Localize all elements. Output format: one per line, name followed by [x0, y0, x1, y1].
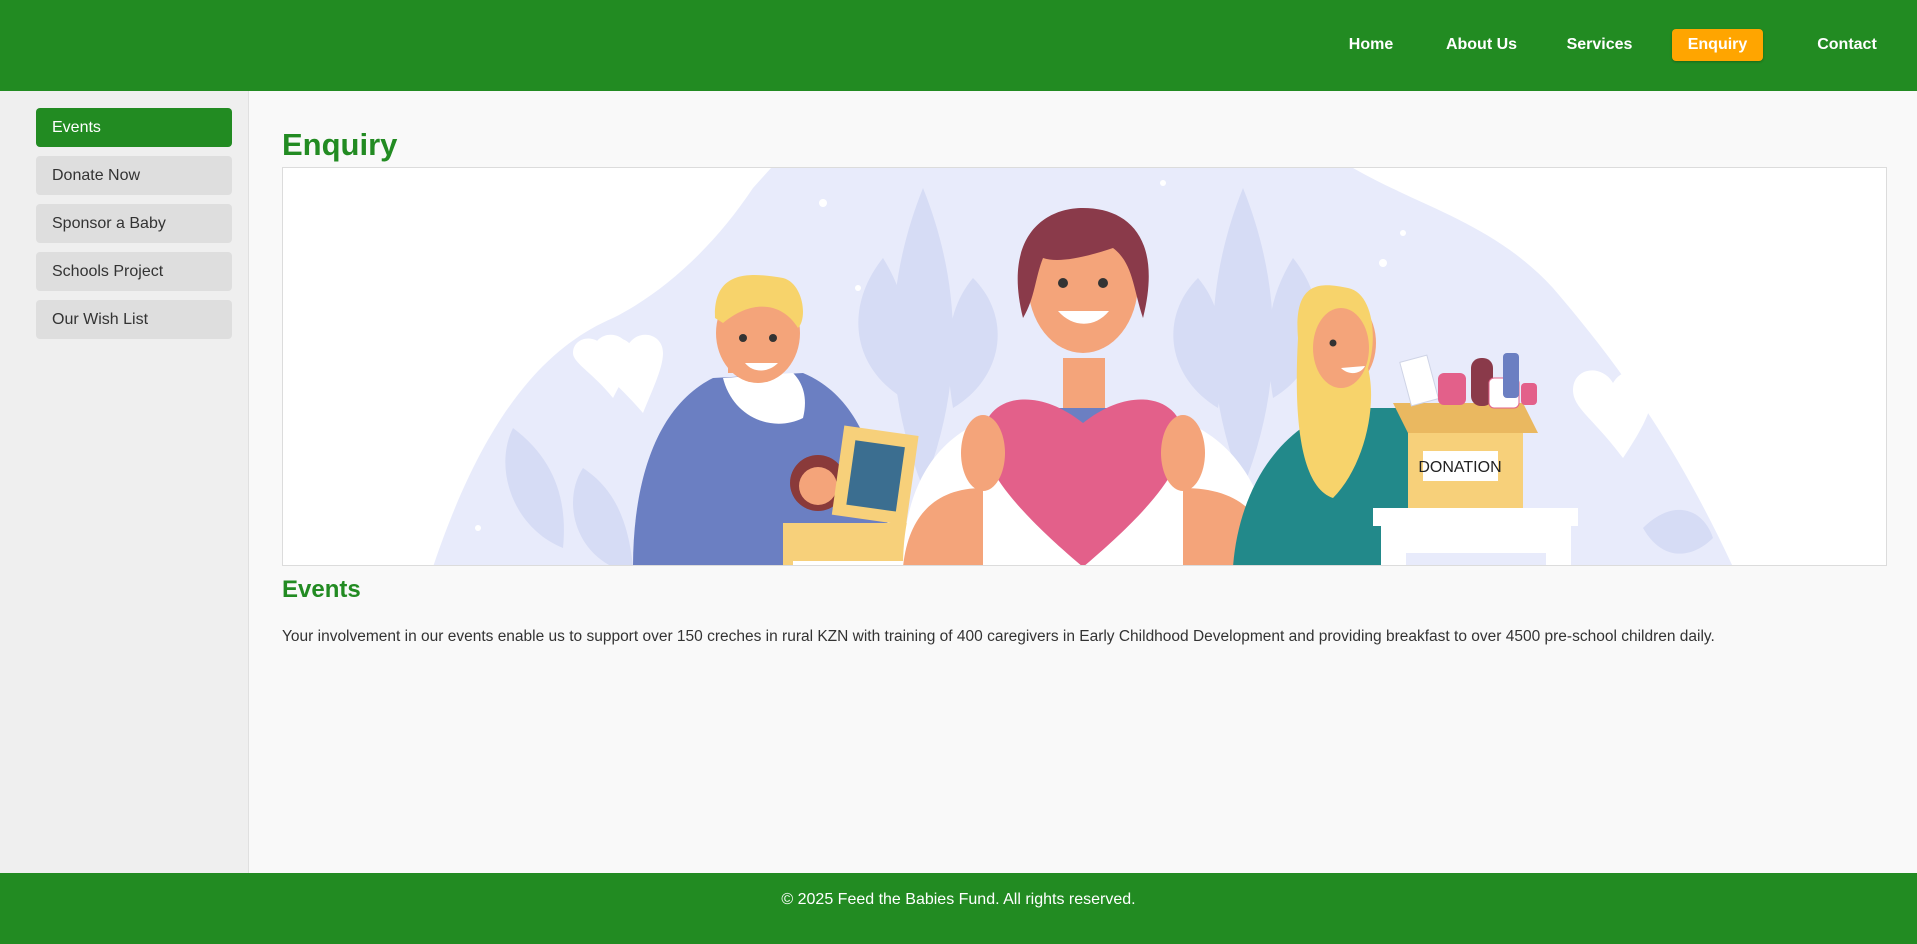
donation-box-label: DONATION [1418, 459, 1501, 476]
nav-contact[interactable]: Contact [1782, 29, 1912, 61]
section-text: Your involvement in our events enable us… [282, 627, 1715, 645]
sidebar: Events Donate Now Sponsor a Baby Schools… [0, 91, 249, 873]
sidebar-item-events[interactable]: Events [36, 108, 232, 147]
sidebar-item-sponsor-a-baby[interactable]: Sponsor a Baby [36, 204, 232, 243]
section-title: Events [282, 576, 361, 603]
page-title: Enquiry [282, 127, 398, 162]
nav-home[interactable]: Home [1317, 29, 1425, 61]
header-bar: Home About Us Services Enquiry Contact [0, 0, 1917, 91]
nav-services[interactable]: Services [1538, 29, 1661, 61]
main-nav: Home About Us Services Enquiry Contact [1317, 29, 1917, 61]
nav-about-us[interactable]: About Us [1425, 29, 1538, 61]
footer: © 2025 Feed the Babies Fund. All rights … [0, 873, 1917, 944]
footer-copyright: © 2025 Feed the Babies Fund. All rights … [781, 891, 1136, 908]
sidebar-item-schools-project[interactable]: Schools Project [36, 252, 232, 291]
nav-enquiry[interactable]: Enquiry [1672, 29, 1763, 61]
sidebar-item-donate-now[interactable]: Donate Now [36, 156, 232, 195]
sidebar-item-our-wish-list[interactable]: Our Wish List [36, 300, 232, 339]
donation-banner-image: DONATION [282, 167, 1887, 566]
donation-illustration: DONATION [433, 168, 1733, 565]
